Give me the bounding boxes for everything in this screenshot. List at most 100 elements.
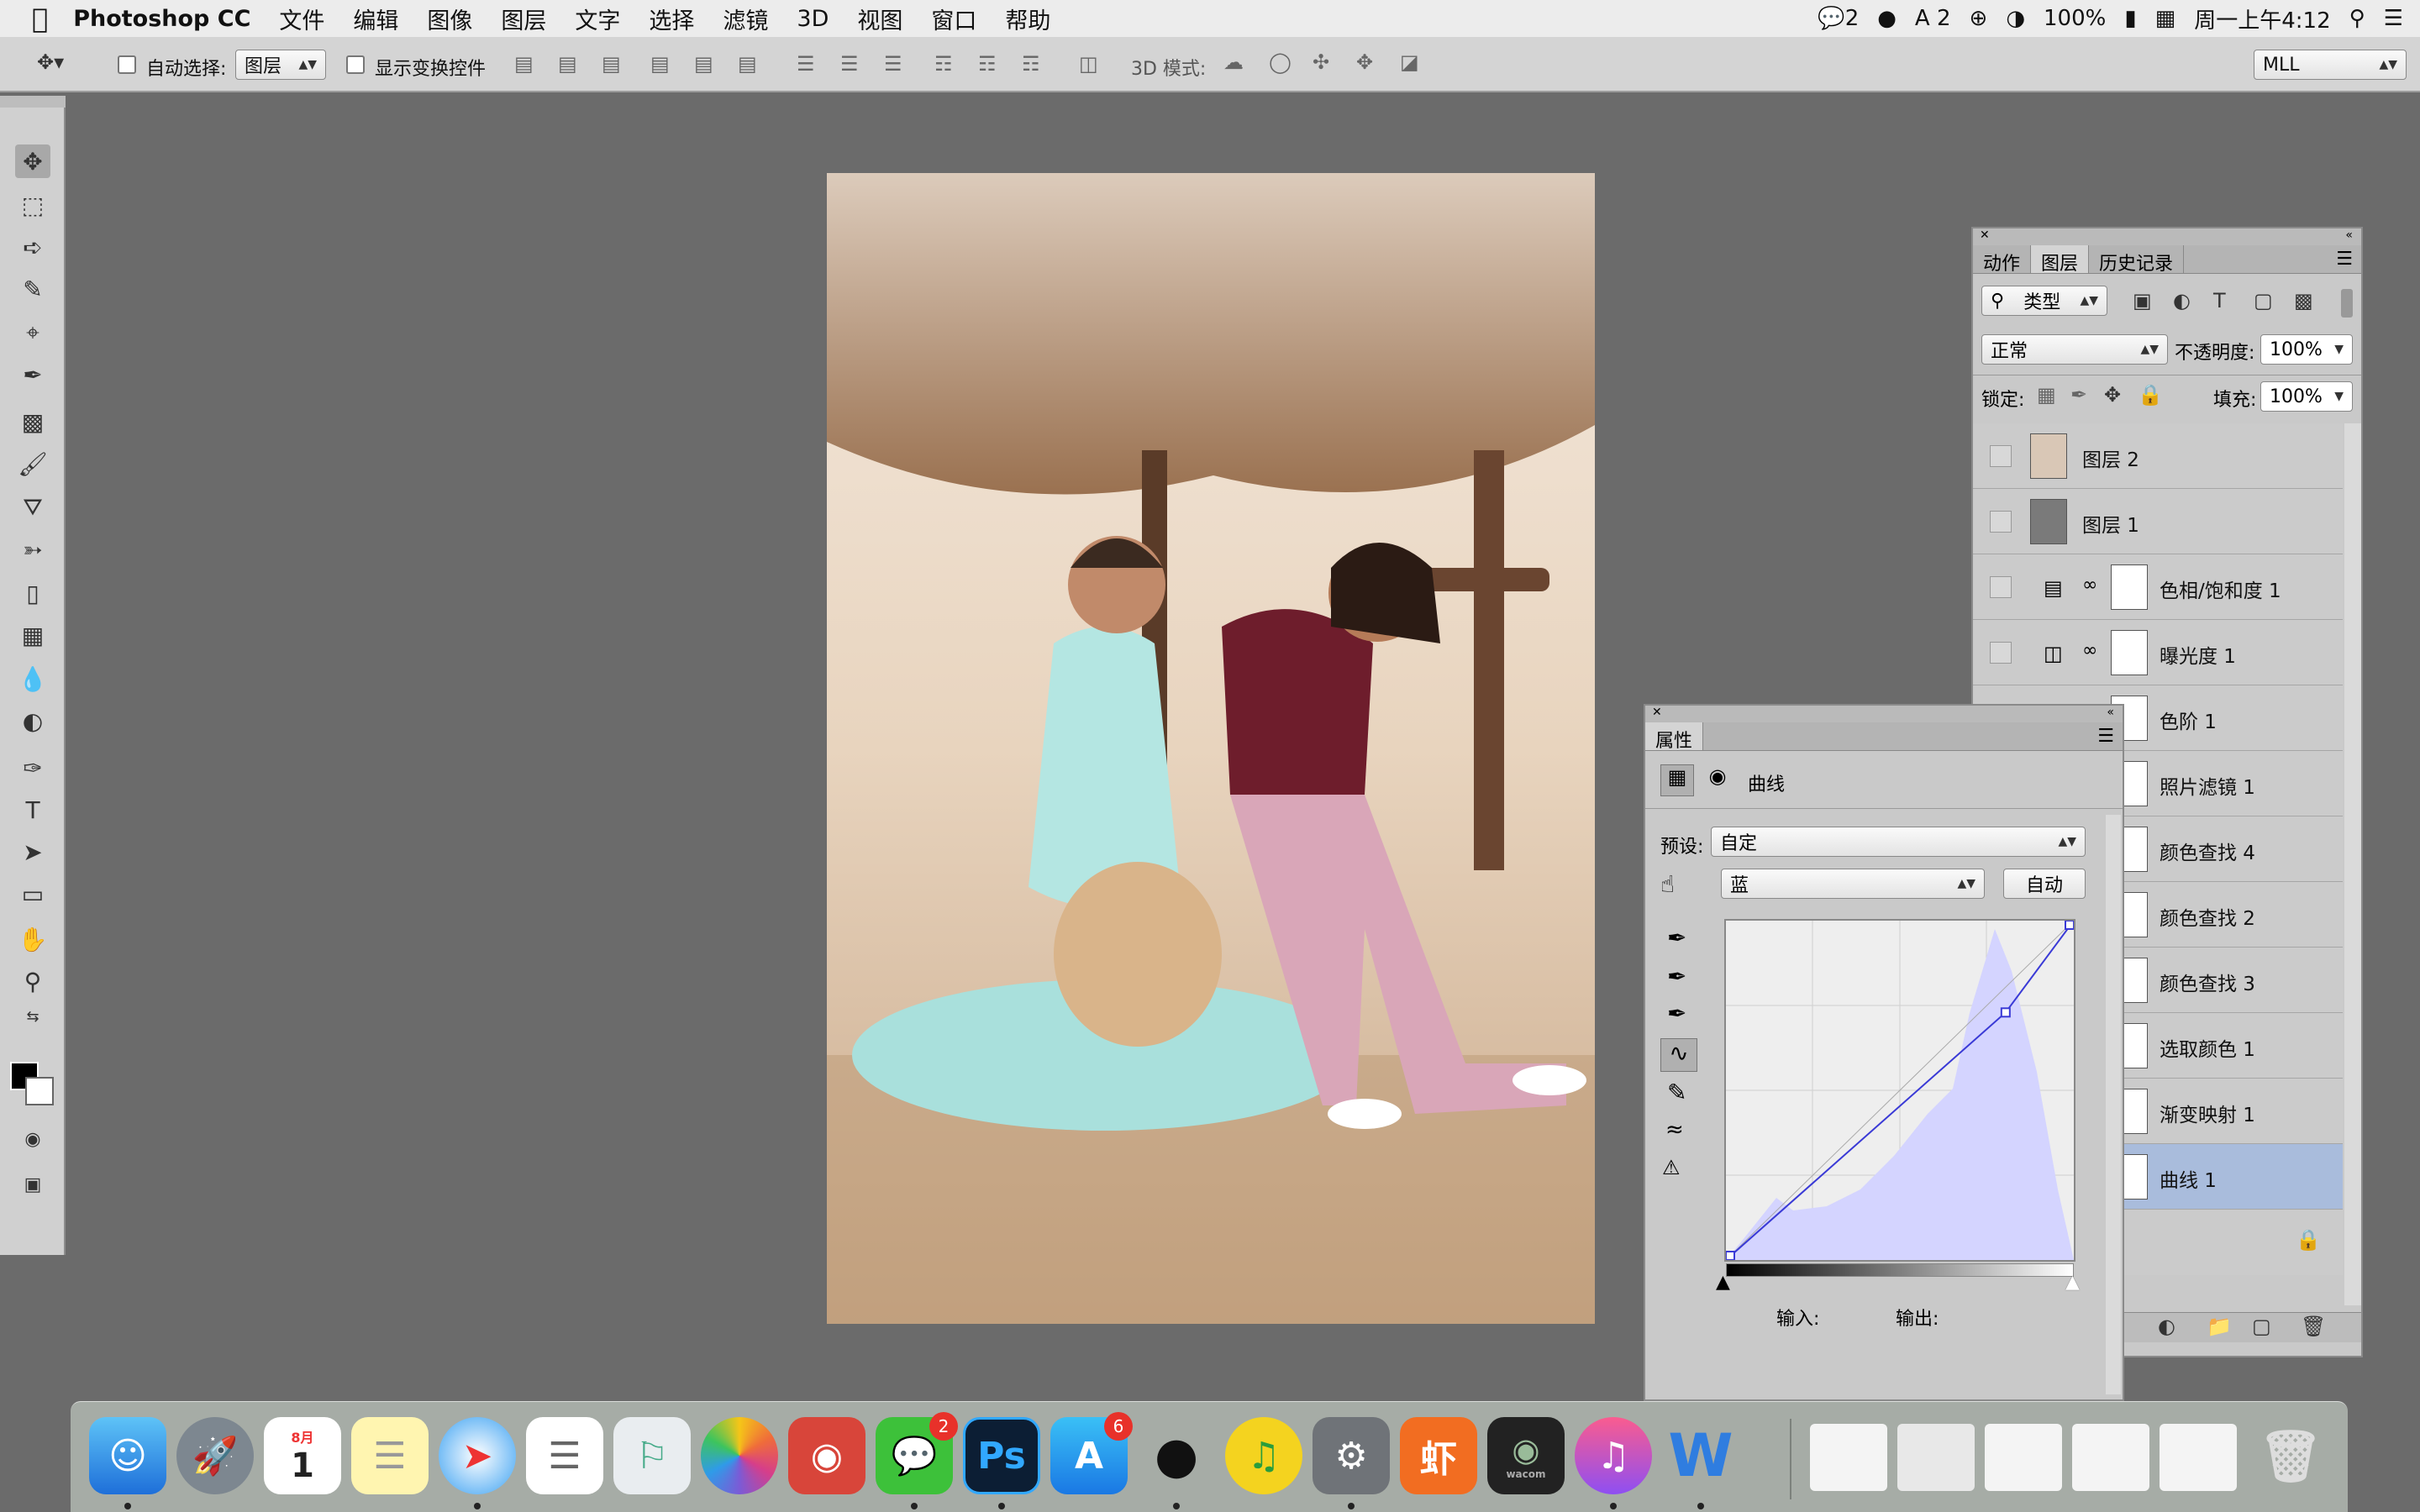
word-icon[interactable]: W — [1662, 1417, 1739, 1494]
plus-circle-icon[interactable]: ⊕ — [1970, 6, 1988, 31]
tab-actions[interactable]: 动作 — [1973, 245, 2032, 275]
xiami-icon[interactable]: 虾 — [1400, 1417, 1477, 1494]
qq-icon[interactable]: ● — [1138, 1417, 1215, 1494]
input-method-icon[interactable]: ▦ — [2155, 6, 2176, 31]
quick-mask-icon[interactable]: ◉ — [15, 1122, 50, 1156]
pan-3d-icon[interactable]: ✣ — [1313, 50, 1329, 74]
minimized-window-thumbnail[interactable] — [2160, 1424, 2237, 1491]
marquee-tool-icon[interactable]: ⬚ — [15, 188, 50, 222]
workspace-dropdown[interactable]: MLL ▲▼ — [2254, 50, 2407, 80]
system-preferences-icon[interactable]: ⚙ — [1313, 1417, 1390, 1494]
blur-tool-icon[interactable]: 💧 — [15, 662, 50, 696]
itunes-icon[interactable]: ♫ — [1575, 1417, 1652, 1494]
notes-icon[interactable]: ☰ — [351, 1417, 429, 1494]
qq-chat-icon[interactable]: 💬2 — [1818, 6, 1859, 31]
reminders-icon[interactable]: ☰ — [526, 1417, 603, 1494]
white-point-eyedropper-icon[interactable]: ✒ — [1667, 1000, 1686, 1027]
move-tool-icon[interactable]: ✥▾ — [37, 50, 64, 74]
menu-image[interactable]: 图像 — [427, 3, 472, 35]
curves-adjustment-icon[interactable]: ▦ — [1660, 764, 1694, 796]
launchpad-icon[interactable]: 🚀 — [176, 1417, 254, 1494]
curve-control-point[interactable] — [1725, 1251, 1735, 1261]
orbit-3d-icon[interactable]: ☁ — [1223, 50, 1244, 74]
trash-icon[interactable]: 🗑 — [2301, 1315, 2326, 1338]
screen-mode-icon[interactable]: ▣ — [15, 1168, 50, 1201]
photos-icon[interactable] — [701, 1417, 778, 1494]
type-tool-icon[interactable]: T — [15, 793, 50, 827]
menu-3d[interactable]: 3D — [797, 6, 829, 32]
spotlight-search-icon[interactable]: ⚲ — [2349, 6, 2365, 31]
tab-history[interactable]: 历史记录 — [2089, 245, 2185, 275]
app-store-icon[interactable]: A6 — [1050, 1412, 1133, 1494]
fill-input[interactable]: 100% ▼ — [2260, 381, 2353, 412]
close-icon[interactable]: ✕ — [1980, 228, 1990, 242]
panel-menu-icon[interactable]: ☰ — [2089, 722, 2123, 750]
tools-panel-header[interactable] — [0, 96, 66, 108]
wacom-icon[interactable]: ◉ wacom — [1487, 1417, 1565, 1494]
menu-edit[interactable]: 编辑 — [353, 3, 398, 35]
lock-position-icon[interactable]: ✥ — [2104, 383, 2121, 407]
wechat-icon[interactable]: 💬 2 — [876, 1412, 958, 1494]
filter-shape-icon[interactable]: ▢ — [2254, 289, 2273, 312]
quick-select-tool-icon[interactable]: ✎ — [15, 272, 50, 306]
close-icon[interactable]: ✕ — [1652, 706, 1662, 719]
lasso-tool-icon[interactable]: ➪ — [15, 230, 50, 264]
blend-mode-dropdown[interactable]: 正常 ▲▼ — [1981, 334, 2168, 365]
curves-graph[interactable] — [1724, 919, 2075, 1262]
distribute-bottom-icon[interactable]: ☰ — [884, 52, 902, 76]
eraser-tool-icon[interactable]: ▯ — [15, 576, 50, 610]
layers-panel-header[interactable]: ✕ « — [1973, 228, 2361, 245]
filter-type-icon[interactable]: T — [2213, 289, 2226, 312]
curve-points-icon[interactable]: ∿ — [1660, 1038, 1697, 1072]
menu-filter[interactable]: 滤镜 — [723, 3, 768, 35]
new-group-icon[interactable]: 📁 — [2207, 1315, 2232, 1338]
filter-adjustment-icon[interactable]: ◐ — [2173, 289, 2191, 312]
eyedropper-tool-icon[interactable]: ✒ — [15, 358, 50, 391]
notification-center-icon[interactable]: ☰ — [2384, 6, 2403, 31]
trash-icon[interactable]: 🗑 — [2252, 1417, 2329, 1494]
dodge-tool-icon[interactable]: ◐ — [15, 704, 50, 738]
mask-icon[interactable]: ◉ — [1701, 764, 1734, 796]
preset-dropdown[interactable]: 自定 ▲▼ — [1711, 827, 2086, 857]
align-top-icon[interactable]: ▤ — [514, 52, 534, 76]
menu-file[interactable]: 文件 — [279, 3, 324, 35]
properties-scrollbar[interactable] — [2106, 815, 2121, 1394]
calendar-icon[interactable]: 8月 1 — [264, 1417, 341, 1494]
auto-align-icon[interactable]: ◫ — [1079, 52, 1098, 76]
panel-menu-icon[interactable]: ☰ — [2328, 245, 2361, 273]
auto-select-dropdown[interactable]: 图层 ▲▼ — [235, 50, 326, 80]
stamp-tool-icon[interactable]: ⛛ — [15, 491, 50, 524]
maps-icon[interactable]: ⚐ — [613, 1417, 691, 1494]
align-vcenter-icon[interactable]: ▤ — [558, 52, 577, 76]
distribute-hcenter-icon[interactable]: ☶ — [978, 52, 997, 76]
document-canvas[interactable] — [827, 173, 1595, 1324]
pen-tool-icon[interactable]: ✑ — [15, 751, 50, 785]
collapse-icon[interactable]: « — [2345, 228, 2353, 242]
crop-tool-icon[interactable]: ⌖ — [15, 316, 50, 349]
minimized-window-thumbnail[interactable] — [1985, 1424, 2062, 1491]
curve-control-point[interactable] — [2065, 920, 2075, 930]
wifi-icon[interactable]: ◑ — [2006, 6, 2025, 31]
tab-layers[interactable]: 图层 — [2031, 245, 2090, 275]
align-right-icon[interactable]: ▤ — [738, 52, 757, 76]
white-slider-handle[interactable]: ▲ — [2065, 1272, 2080, 1293]
collapse-icon[interactable]: « — [2107, 706, 2114, 719]
distribute-left-icon[interactable]: ☶ — [934, 52, 953, 76]
black-slider-handle[interactable]: ▲ — [1716, 1272, 1730, 1293]
app-menu[interactable]: Photoshop CC — [73, 6, 250, 32]
photoshop-icon[interactable]: Ps — [963, 1417, 1040, 1494]
slide-3d-icon[interactable]: ✥ — [1356, 50, 1373, 74]
clipping-warning-icon[interactable]: ⚠ — [1662, 1156, 1681, 1179]
minimized-window-thumbnail[interactable] — [2072, 1424, 2149, 1491]
opacity-input[interactable]: 100% ▼ — [2260, 334, 2353, 365]
lock-image-icon[interactable]: ✒ — [2070, 383, 2087, 407]
menu-select[interactable]: 选择 — [649, 3, 694, 35]
align-bottom-icon[interactable]: ▤ — [602, 52, 621, 76]
adobe-icon[interactable]: A 2 — [1915, 6, 1951, 31]
filter-pixel-icon[interactable]: ▣ — [2133, 289, 2152, 312]
lock-all-icon[interactable]: 🔒 — [2138, 383, 2163, 407]
curve-control-point[interactable] — [2000, 1007, 2011, 1018]
filter-kind-dropdown[interactable]: ⚲ 类型 ▲▼ — [1981, 286, 2107, 316]
menu-layer[interactable]: 图层 — [501, 3, 546, 35]
distribute-right-icon[interactable]: ☶ — [1022, 52, 1040, 76]
